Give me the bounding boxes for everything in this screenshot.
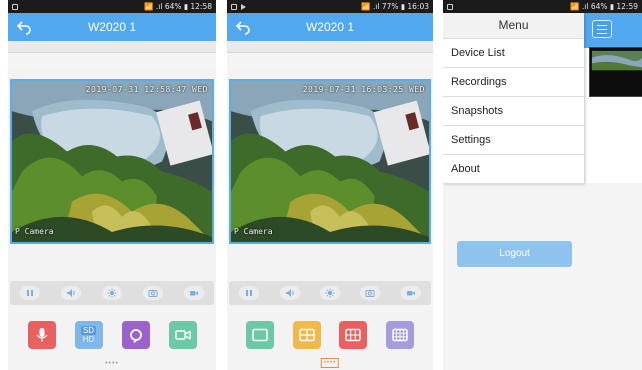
record-icon <box>189 291 198 296</box>
snapshot-icon <box>148 290 158 297</box>
camera-name-overlay: P Camera <box>15 227 54 236</box>
quad-view-icon <box>345 328 361 342</box>
video-timestamp: 2019-07-31 16:03:25 WED <box>302 85 425 94</box>
talk-button[interactable] <box>27 321 56 349</box>
nine-view-icon <box>392 328 408 342</box>
device-title: W2020 1 <box>87 20 137 34</box>
thumbnail-image <box>590 48 642 96</box>
phone-screen-split-view: 📶 .ıl 77% ▮ 16:03 W2020 1 2019-07-31 16:… <box>227 0 433 370</box>
sd-hd-icon: SD HD <box>80 326 97 344</box>
menu-item-snapshots[interactable]: Snapshots <box>443 97 584 126</box>
menu-item-device-list[interactable]: Device List <box>443 39 584 68</box>
status-right: 📶 .ıl 64% ▮ 12:58 <box>144 2 212 11</box>
dual-view-button[interactable] <box>292 321 321 349</box>
refresh-button[interactable] <box>121 321 150 349</box>
nine-view-button[interactable] <box>385 321 414 349</box>
record-icon <box>406 291 415 296</box>
gallery-icon <box>12 3 18 10</box>
divider <box>8 53 216 69</box>
microphone-icon <box>36 328 47 342</box>
refresh-icon <box>129 329 142 344</box>
menu-item-about[interactable]: About <box>443 155 584 184</box>
back-icon[interactable] <box>16 19 32 35</box>
record-button[interactable] <box>400 286 421 300</box>
single-view-button[interactable] <box>246 321 275 349</box>
status-bar: 📶 .ıl 64% ▮ 12:58 <box>8 0 216 13</box>
camera-feed[interactable]: 2019-07-31 12:58:47 WED P Camera <box>10 79 214 244</box>
gallery-icon <box>231 3 237 10</box>
brightness-icon <box>107 288 117 298</box>
title-bar: W2020 1 <box>227 13 433 41</box>
video-timestamp: 2019-07-31 12:58:47 WED <box>85 85 208 94</box>
record-button[interactable] <box>183 286 204 300</box>
play-store-icon <box>241 3 246 10</box>
phone-screen-live-view: 📶 .ıl 64% ▮ 12:58 W2020 1 2019-07-31 12:… <box>8 0 216 370</box>
divider <box>227 53 433 69</box>
video-camera-icon <box>174 330 191 340</box>
camera-image <box>12 81 212 242</box>
volume-button[interactable] <box>279 286 300 300</box>
dual-view-icon <box>299 328 315 342</box>
divider <box>8 41 216 53</box>
brightness-icon <box>325 288 335 298</box>
title-bar <box>584 13 642 48</box>
playback-controls <box>10 281 214 305</box>
status-bar: 📶 .ıl 64% ▮ 12:59 <box>443 0 642 13</box>
brightness-button[interactable] <box>101 286 122 300</box>
status-right: 📶 .ıl 77% ▮ 16:03 <box>361 2 429 11</box>
snapshot-icon <box>365 290 375 297</box>
device-thumbnail[interactable] <box>589 47 642 97</box>
status-right: 📶 .ıl 64% ▮ 12:59 <box>570 2 638 11</box>
single-view-icon <box>252 328 268 342</box>
back-icon[interactable] <box>235 19 251 35</box>
camera-feed[interactable]: 2019-07-31 16:03:25 WED P Camera <box>229 79 431 244</box>
page-indicator: •••• <box>320 358 340 368</box>
status-bar: 📶 .ıl 77% ▮ 16:03 <box>227 0 433 13</box>
page-indicator: •••• <box>105 360 119 367</box>
title-bar: W2020 1 <box>8 13 216 41</box>
logout-button[interactable]: Logout <box>457 241 572 267</box>
quad-view-button[interactable] <box>339 321 368 349</box>
screenshot-collage: 📶 .ıl 64% ▮ 12:58 W2020 1 2019-07-31 12:… <box>0 0 642 370</box>
layout-tiles <box>227 321 433 349</box>
pause-icon <box>246 290 253 296</box>
hd-label: HD <box>82 335 95 344</box>
feature-tiles: SD HD <box>8 321 216 349</box>
device-title: W2020 1 <box>305 20 355 34</box>
menu-item-recordings[interactable]: Recordings <box>443 68 584 97</box>
gallery-icon <box>447 3 453 10</box>
resolution-toggle-button[interactable]: SD HD <box>74 321 103 349</box>
volume-icon <box>67 289 75 297</box>
volume-button[interactable] <box>61 286 82 300</box>
volume-icon <box>285 289 294 297</box>
divider <box>227 41 433 53</box>
sd-label: SD <box>80 326 97 335</box>
menu-title: Menu <box>443 13 584 39</box>
phone-screen-menu: 📶 .ıl 64% ▮ 12:59 Menu Device List Recor… <box>443 0 642 370</box>
playback-controls <box>229 281 431 305</box>
background-area <box>443 183 642 370</box>
camera-name-overlay: P Camera <box>234 227 273 236</box>
pause-icon <box>27 290 34 296</box>
brightness-button[interactable] <box>319 286 340 300</box>
camera-image <box>231 81 429 242</box>
side-menu: Menu Device List Recordings Snapshots Se… <box>443 13 584 184</box>
pause-button[interactable] <box>239 286 260 300</box>
snapshot-button[interactable] <box>142 286 163 300</box>
menu-list-icon[interactable] <box>592 20 612 38</box>
menu-item-settings[interactable]: Settings <box>443 126 584 155</box>
record-video-button[interactable] <box>168 321 197 349</box>
snapshot-button[interactable] <box>360 286 381 300</box>
pause-button[interactable] <box>20 286 41 300</box>
